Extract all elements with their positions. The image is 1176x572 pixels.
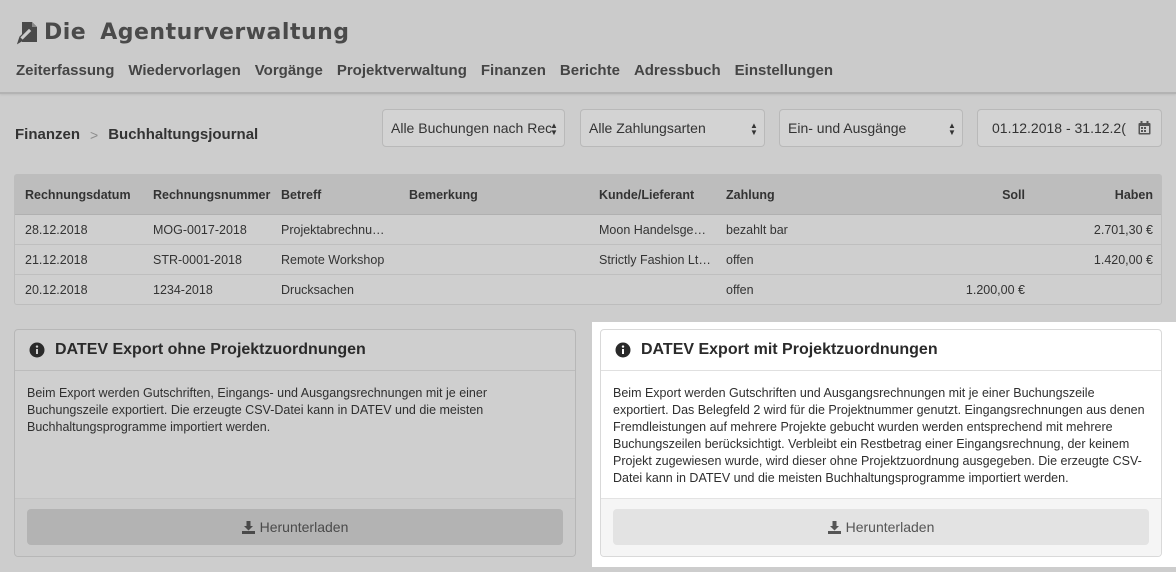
chevron-right-icon: > xyxy=(90,126,99,143)
date-range-field[interactable]: 01.12.2018 - 31.12.2( xyxy=(977,109,1162,147)
cell-kunde-lieferant: Strictly Fashion Lt… xyxy=(599,252,711,267)
info-icon xyxy=(615,342,631,358)
nav-item-einstellungen[interactable]: Einstellungen xyxy=(735,62,833,79)
select-caret-icon: ▲ ▼ xyxy=(550,121,558,137)
nav-item-adressbuch[interactable]: Adressbuch xyxy=(634,62,721,79)
cell-rechnungsdatum: 28.12.2018 xyxy=(25,222,88,237)
breadcrumb: Finanzen > Buchhaltungsjournal xyxy=(15,126,258,143)
panel-title: DATEV Export mit Projektzuordnungen xyxy=(641,341,938,358)
select-caret-icon: ▲ ▼ xyxy=(750,121,758,137)
app-title-word1: Die xyxy=(44,19,87,45)
panel-header: DATEV Export ohne Projektzuordnungen xyxy=(15,330,575,371)
calendar-icon[interactable] xyxy=(1138,121,1151,135)
journal-table: Rechnungsdatum Rechnungsnummer Betreff B… xyxy=(14,174,1162,305)
payment-type-value: Alle Zahlungsarten xyxy=(589,120,706,136)
panel-description: Beim Export werden Gutschriften und Ausg… xyxy=(613,386,1145,485)
download-button-label: Herunterladen xyxy=(845,519,935,535)
cell-rechnungsnummer: STR-0001-2018 xyxy=(153,252,242,267)
bookings-filter-value: Alle Buchungen nach Rec xyxy=(391,120,553,136)
direction-value: Ein- und Ausgänge xyxy=(788,120,907,136)
cell-rechnungsnummer: 1234-2018 xyxy=(153,283,213,297)
cell-betreff: Remote Workshop xyxy=(281,252,385,267)
breadcrumb-current: Buchhaltungsjournal xyxy=(108,126,259,143)
app-title-word2: Agenturverwaltung xyxy=(100,19,350,45)
col-header-zahlung[interactable]: Zahlung xyxy=(726,188,846,202)
panel-header: DATEV Export mit Projektzuordnungen xyxy=(601,330,1161,371)
panel-description: Beim Export werden Gutschriften, Eingang… xyxy=(27,386,487,434)
table-row[interactable]: 20.12.2018 1234-2018 Drucksachen offen 1… xyxy=(15,275,1161,305)
download-button-label: Herunterladen xyxy=(259,519,349,535)
app-logo[interactable]: Die Agenturverwaltung xyxy=(16,18,350,46)
col-header-rechnungsdatum[interactable]: Rechnungsdatum xyxy=(25,188,145,202)
nav-item-wiedervorlagen[interactable]: Wiedervorlagen xyxy=(128,62,240,79)
cell-zahlung: bezahlt bar xyxy=(726,222,788,237)
datev-export-without-projects-panel: DATEV Export ohne Projektzuordnungen Bei… xyxy=(14,329,576,557)
select-caret-icon: ▲ ▼ xyxy=(948,121,956,137)
cell-betreff: Projektabrechnu… xyxy=(281,222,385,237)
col-header-haben[interactable]: Haben xyxy=(1035,188,1153,202)
app-header: Die Agenturverwaltung Zeiterfassung Wiede… xyxy=(0,0,1176,94)
table-row[interactable]: 21.12.2018 STR-0001-2018 Remote Workshop… xyxy=(15,245,1161,275)
panel-footer: Herunterladen xyxy=(601,498,1161,556)
table-header-row: Rechnungsdatum Rechnungsnummer Betreff B… xyxy=(15,175,1161,215)
nav-item-projektverwaltung[interactable]: Projektverwaltung xyxy=(337,62,467,79)
cell-zahlung: offen xyxy=(726,252,754,267)
app-title: Die Agenturverwaltung xyxy=(44,20,350,45)
payment-type-select[interactable]: Alle Zahlungsarten ▲ ▼ xyxy=(580,109,765,147)
datev-export-with-projects-panel: DATEV Export mit Projektzuordnungen Beim… xyxy=(600,329,1162,557)
cell-rechnungsdatum: 21.12.2018 xyxy=(25,252,88,267)
col-header-betreff[interactable]: Betreff xyxy=(281,188,393,202)
nav-item-berichte[interactable]: Berichte xyxy=(560,62,620,79)
panel-title: DATEV Export ohne Projektzuordnungen xyxy=(55,341,366,358)
table-row[interactable]: 28.12.2018 MOG-0017-2018 Projektabrechnu… xyxy=(15,215,1161,245)
nav-item-finanzen[interactable]: Finanzen xyxy=(481,62,546,79)
cell-rechnungsdatum: 20.12.2018 xyxy=(25,283,88,297)
breadcrumb-parent[interactable]: Finanzen xyxy=(15,126,80,143)
nav-item-zeiterfassung[interactable]: Zeiterfassung xyxy=(16,62,114,79)
cell-soll: 1.200,00 € xyxy=(965,283,1025,297)
col-header-bemerkung[interactable]: Bemerkung xyxy=(409,188,589,202)
download-icon xyxy=(827,520,841,534)
bookings-filter-select[interactable]: Alle Buchungen nach Rec ▲ ▼ xyxy=(382,109,565,147)
direction-select[interactable]: Ein- und Ausgänge ▲ ▼ xyxy=(779,109,963,147)
cell-haben: 1.420,00 € xyxy=(1093,252,1153,267)
col-header-soll[interactable]: Soll xyxy=(875,188,1025,202)
cell-betreff: Drucksachen xyxy=(281,283,354,297)
col-header-rechnungsnummer[interactable]: Rechnungsnummer xyxy=(153,188,273,202)
info-icon xyxy=(29,342,45,358)
document-pen-icon xyxy=(16,22,37,45)
download-button[interactable]: Herunterladen xyxy=(27,509,563,545)
download-button[interactable]: Herunterladen xyxy=(613,509,1149,545)
cell-zahlung: offen xyxy=(726,283,754,297)
date-range-value: 01.12.2018 - 31.12.2( xyxy=(992,120,1126,136)
col-header-kunde-lieferant[interactable]: Kunde/Lieferant xyxy=(599,188,711,202)
nav-item-vorgaenge[interactable]: Vorgänge xyxy=(255,62,323,79)
download-icon xyxy=(241,520,255,534)
main-nav: Zeiterfassung Wiedervorlagen Vorgänge Pr… xyxy=(16,62,847,79)
panel-footer: Herunterladen xyxy=(15,498,575,556)
cell-kunde-lieferant: Moon Handelsges… xyxy=(599,222,711,237)
cell-haben: 2.701,30 € xyxy=(1093,222,1153,237)
cell-rechnungsnummer: MOG-0017-2018 xyxy=(153,222,247,237)
